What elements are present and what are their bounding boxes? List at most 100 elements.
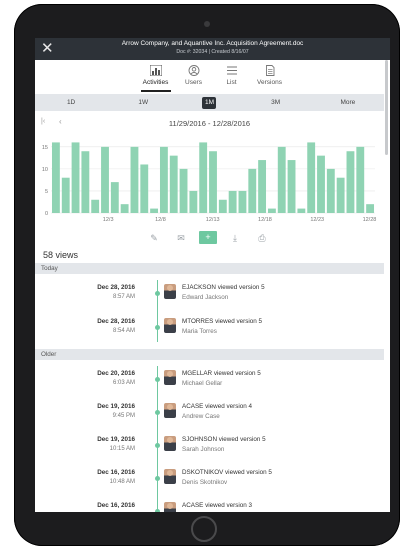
y-tick-label: 5 [45, 189, 48, 195]
tab-bar: Activities Users List Versions [35, 60, 390, 92]
chart-bar [71, 142, 80, 213]
email-icon[interactable]: ✉ [175, 232, 187, 244]
chart-bar [238, 190, 247, 213]
entry-date: Dec 19, 2016 [97, 436, 135, 443]
chart-bar [356, 146, 365, 213]
activity-entry[interactable]: Dec 19, 2016 9:45 PM ACASE viewed version … [35, 397, 384, 427]
activity-entry[interactable]: Dec 28, 2016 8:54 AM MTORRES viewed versio… [35, 312, 384, 342]
timeline-dot [155, 509, 160, 512]
entry-action: MGELLAR viewed version 5 [182, 370, 261, 377]
chart-bar [317, 155, 325, 213]
range-selector: 1D 1W 1M 3M More [35, 94, 384, 111]
entry-date: Dec 20, 2016 [97, 370, 135, 377]
timeline-dot [155, 443, 160, 448]
chart-bar [267, 208, 276, 213]
chart-bar [258, 160, 267, 213]
scrollbar[interactable] [385, 60, 388, 155]
x-tick-label: 12/28 [363, 217, 377, 223]
chart-bar [218, 199, 227, 213]
chart-bar [169, 155, 178, 213]
entry-date: Dec 16, 2016 [97, 502, 135, 509]
x-tick-label: 12/23 [310, 217, 324, 223]
print-icon[interactable]: ⎙ [256, 232, 268, 244]
activity-entry[interactable]: Dec 28, 2016 8:57 AM EJACKSON viewed versi… [35, 278, 384, 308]
timeline-dot [155, 377, 160, 382]
download-icon[interactable]: ⤓ [229, 232, 241, 244]
chart-bar [61, 177, 70, 213]
entry-user-name: Andrew Case [182, 413, 220, 420]
range-1m[interactable]: 1M [202, 96, 217, 109]
entry-time: 10:15 AM [109, 446, 135, 452]
timeline-dot [155, 410, 160, 415]
avatar [164, 469, 176, 484]
chart-bar [228, 190, 237, 213]
y-tick-label: 10 [42, 167, 48, 173]
title-bar: ✕ Arrow Company, and Aquantive Inc. Acqu… [35, 38, 390, 60]
chart-bar [336, 177, 345, 213]
chart-bar [189, 190, 198, 213]
tab-label: List [226, 79, 237, 86]
entry-user-name: Michael Gellar [182, 380, 223, 387]
entry-action: ACASE viewed version 4 [182, 403, 252, 410]
activity-entry[interactable]: Dec 19, 2016 10:15 AM SJOHNSON viewed vers… [35, 430, 384, 460]
chart-bar [110, 182, 119, 213]
tab-activities[interactable]: Activities [137, 60, 175, 92]
chart-bar [209, 151, 217, 213]
timeline-dot [155, 476, 160, 481]
tab-label: Users [185, 79, 202, 86]
entry-user-name: Denis Skotnikov [182, 479, 228, 486]
date-navigation: |‹ ‹ 11/29/2016 - 12/28/2016 [35, 116, 384, 130]
document-title: Arrow Company, and Aquantive Inc. Acquis… [121, 40, 304, 47]
timeline-dot [155, 291, 160, 296]
entry-time: 9:45 PM [112, 413, 135, 419]
chart-bar [150, 208, 159, 213]
chart-bar [199, 142, 208, 213]
x-tick-label: 12/3 [103, 217, 114, 223]
views-count: 58 views [43, 250, 79, 260]
tab-list[interactable]: List [213, 60, 251, 92]
entry-user-name: Edward Jackson [182, 294, 229, 301]
entry-action: DSKOTNIKOV viewed version 5 [182, 469, 272, 476]
entry-date: Dec 28, 2016 [97, 318, 135, 325]
avatar [164, 370, 176, 385]
document-subtitle: Doc #: 32034 | Created 8/16/07 [176, 49, 249, 55]
home-button[interactable] [191, 516, 217, 542]
range-more[interactable]: More [335, 97, 361, 109]
x-tick-label: 12/8 [155, 217, 166, 223]
activity-entry[interactable]: Dec 20, 2016 6:03 AM MGELLAR viewed versio… [35, 364, 384, 394]
entry-action: SJOHNSON viewed version 5 [182, 436, 266, 443]
avatar [164, 403, 176, 418]
y-tick-label: 15 [42, 145, 48, 151]
activity-bar-chart: 0 5 10 15 12/3 12/8 12/13 12/18 12/23 12/28 [42, 142, 377, 223]
entry-action: EJACKSON viewed version 5 [182, 284, 265, 291]
range-1w[interactable]: 1W [130, 97, 156, 109]
edit-icon[interactable]: ✎ [148, 232, 160, 244]
chart-bar [346, 151, 355, 213]
chart-bar [297, 208, 306, 213]
range-1d[interactable]: 1D [58, 97, 84, 109]
entry-time: 8:57 AM [112, 294, 135, 300]
activity-entry[interactable]: Dec 16, 2016 10:48 AM DSKOTNIKOV viewed ve… [35, 463, 384, 493]
chart-bar [307, 142, 316, 213]
app-screen: ✕ Arrow Company, and Aquantive Inc. Acqu… [35, 38, 390, 512]
range-3m[interactable]: 3M [263, 97, 289, 109]
document-icon [265, 65, 274, 76]
chart-bar [277, 146, 286, 213]
entry-date: Dec 16, 2016 [97, 469, 135, 476]
camera-icon [204, 21, 210, 27]
chart-bar [248, 168, 257, 213]
entry-user-name: Maria Torres [182, 328, 217, 335]
avatar [164, 502, 176, 512]
chart-bar [179, 168, 188, 213]
entry-action: MTORRES viewed version 5 [182, 318, 263, 325]
tab-users[interactable]: Users [175, 60, 213, 92]
share-icon[interactable]: + [199, 231, 217, 244]
tab-versions[interactable]: Versions [251, 60, 289, 92]
entry-action: ACASE viewed version 3 [182, 502, 252, 509]
chart-bar [130, 146, 139, 213]
section-header-older: Older [35, 349, 384, 360]
activity-entry[interactable]: Dec 16, 2016 ACASE viewed version 3 [35, 496, 384, 512]
entry-time: 8:54 AM [112, 328, 135, 334]
chart-icon [149, 65, 162, 76]
chart-bar [287, 160, 296, 213]
